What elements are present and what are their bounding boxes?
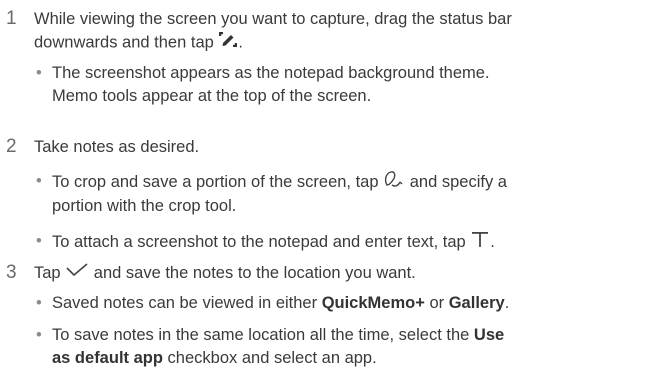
- checkmark-icon: [65, 262, 89, 285]
- step-2-text: Take notes as desired.: [34, 138, 200, 156]
- step-3-text: Tap and save the notes to the location y…: [34, 262, 416, 285]
- step-number: 2: [6, 136, 17, 157]
- bullet-dot: •: [36, 326, 42, 344]
- edit-screenshot-icon: [218, 31, 238, 55]
- bullet-dot: •: [36, 232, 42, 250]
- bullet-dot: •: [36, 64, 42, 82]
- step-number: 1: [6, 8, 17, 29]
- text-icon: [470, 230, 490, 255]
- bullet-dot: •: [36, 294, 42, 312]
- crop-lasso-icon: [383, 170, 405, 195]
- step-number: 3: [6, 262, 17, 283]
- step-1-text: While viewing the screen you want to cap…: [34, 8, 512, 55]
- bullet-dot: •: [36, 172, 42, 190]
